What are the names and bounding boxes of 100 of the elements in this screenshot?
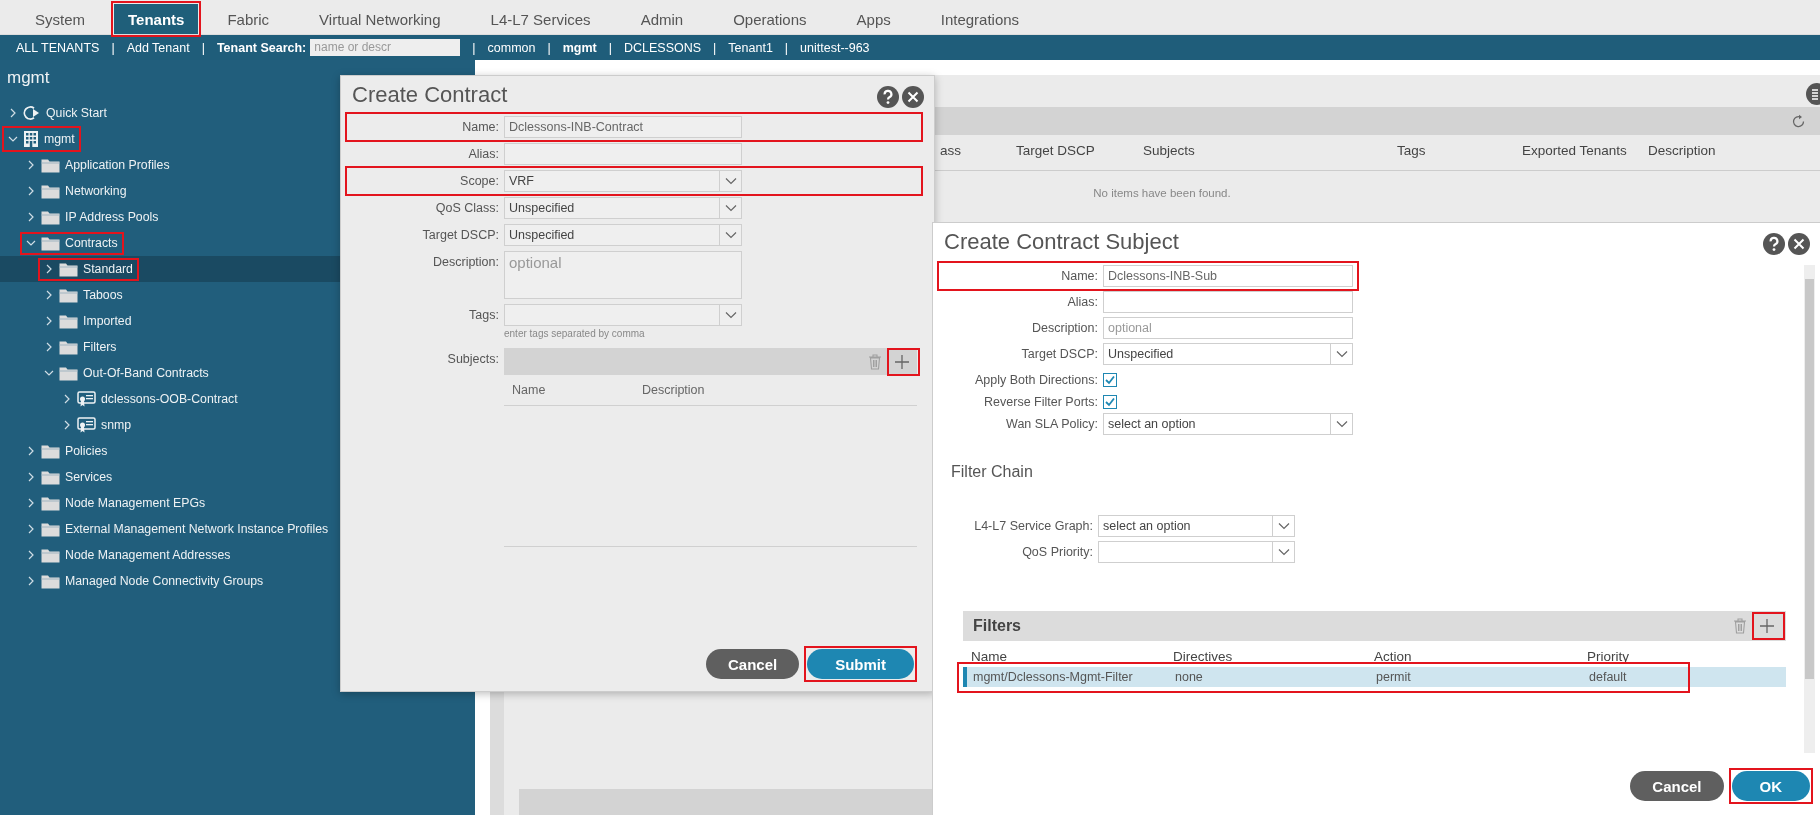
building-icon (23, 130, 39, 148)
tree-item[interactable]: Node Management EPGs (0, 490, 475, 516)
folder-icon (41, 443, 60, 459)
close-icon[interactable] (1788, 233, 1810, 255)
plus-icon (894, 353, 910, 370)
chevron-down-icon[interactable] (724, 311, 737, 319)
chevron-down-icon[interactable] (1277, 548, 1290, 556)
chevron-right-icon[interactable] (26, 212, 36, 222)
chevron-right-icon[interactable] (26, 498, 36, 508)
checkbox[interactable] (1103, 395, 1117, 409)
tenant-link[interactable]: mgmt (562, 40, 597, 55)
table-cell-text: permit (1376, 670, 1412, 684)
select-field[interactable]: select an option (1103, 413, 1353, 435)
folder-icon (41, 183, 60, 199)
text-field[interactable]: Dclessons-INB-Contract (504, 116, 742, 138)
field-label: Subjects: (446, 351, 500, 368)
cancel-button[interactable]: Cancel (1630, 771, 1724, 801)
nav-tab[interactable]: Operations (712, 4, 828, 34)
column-header: Name (512, 383, 547, 397)
table-cell-text: default (1589, 670, 1628, 684)
chevron-right-icon[interactable] (26, 472, 36, 482)
nav-tab[interactable]: Admin (619, 4, 705, 34)
tree-item[interactable]: Policies (0, 438, 475, 464)
checkbox[interactable] (1103, 373, 1117, 387)
chevron-down-icon[interactable] (26, 238, 36, 248)
tenant-link[interactable]: Add Tenant (126, 40, 190, 55)
field-label: Tags: (468, 307, 500, 322)
chevron-right-icon[interactable] (26, 550, 36, 560)
tenant-link[interactable]: Tenant1 (728, 40, 773, 55)
folder-icon (41, 495, 60, 511)
chevron-down-icon[interactable] (1335, 350, 1348, 358)
nav-tab[interactable]: Tenants (114, 4, 199, 34)
section-title: Filter Chain (951, 463, 1033, 481)
section-title: Filters (973, 617, 1021, 635)
chevron-down-icon[interactable] (724, 231, 737, 239)
folder-icon (41, 573, 60, 589)
folder-icon (41, 235, 60, 251)
field-label: L4-L7 Service Graph: (973, 518, 1094, 533)
table-row[interactable]: mgmt/Dclessons-Mgmt-Filter none permit default (963, 667, 1786, 687)
help-icon[interactable] (1763, 233, 1785, 255)
tenant-link[interactable]: unittest--963 (800, 40, 870, 55)
chevron-right-icon[interactable] (62, 394, 72, 404)
select-field[interactable]: VRF (504, 170, 742, 192)
chevron-right-icon[interactable] (8, 108, 18, 118)
tree-item[interactable]: Managed Node Connectivity Groups (0, 568, 475, 594)
tree-item[interactable]: External Management Network Instance Profiles (0, 516, 475, 542)
chevron-right-icon[interactable] (26, 186, 36, 196)
select-field[interactable]: select an option (1098, 515, 1295, 537)
help-icon[interactable] (877, 86, 899, 108)
tree-item[interactable]: Services (0, 464, 475, 490)
certificate-icon (77, 390, 96, 408)
nav-tab[interactable]: Virtual Networking (298, 4, 462, 34)
tenant-link[interactable]: common (487, 40, 536, 55)
text-field[interactable]: Dclessons-INB-Sub (1103, 265, 1353, 287)
field-label: Name: (1060, 268, 1099, 283)
chevron-right-icon[interactable] (26, 160, 36, 170)
tree-item[interactable]: Node Management Addresses (0, 542, 475, 568)
chevron-right-icon[interactable] (44, 290, 54, 300)
chevron-right-icon[interactable] (26, 576, 36, 586)
close-icon[interactable] (902, 86, 924, 108)
chevron-right-icon[interactable] (26, 446, 36, 456)
submit-button[interactable]: Submit (807, 649, 914, 679)
select-field[interactable] (1098, 541, 1295, 563)
select-field[interactable]: Unspecified (1103, 343, 1353, 365)
plus-icon (1759, 618, 1775, 634)
tenant-link[interactable]: DCLESSONS (624, 40, 702, 55)
chevron-down-icon[interactable] (1277, 522, 1290, 530)
tree-item[interactable]: dclessons-OOB-Contract (0, 386, 475, 412)
tree-item[interactable]: snmp (0, 412, 475, 438)
cancel-button[interactable]: Cancel (705, 649, 800, 679)
refresh-icon[interactable] (1791, 113, 1806, 129)
field-label: Scope: (459, 173, 500, 188)
chevron-down-icon[interactable] (724, 204, 737, 212)
nav-tab[interactable]: System (14, 4, 106, 34)
tree-item[interactable]: Taboos (0, 282, 475, 308)
chevron-down-icon[interactable] (1335, 420, 1348, 428)
nav-tab[interactable]: L4-L7 Services (469, 4, 612, 34)
tenant-link[interactable]: ALL TENANTS (16, 40, 100, 55)
chevron-down-icon[interactable] (44, 368, 54, 378)
chevron-right-icon[interactable] (26, 524, 36, 534)
nav-tab[interactable]: Integrations (919, 4, 1041, 34)
chevron-right-icon[interactable] (44, 342, 54, 352)
select-field[interactable] (504, 304, 742, 326)
submit-button[interactable]: OK (1731, 771, 1810, 801)
scrollbar[interactable] (1804, 265, 1815, 753)
chevron-right-icon[interactable] (44, 316, 54, 326)
nav-tab[interactable]: Fabric (206, 4, 291, 34)
separator: | (547, 40, 551, 55)
text-field[interactable] (1103, 291, 1353, 313)
select-field[interactable]: Unspecified (504, 224, 742, 246)
chevron-right-icon[interactable] (44, 264, 54, 274)
select-field[interactable]: Unspecified (504, 197, 742, 219)
separator: | (472, 40, 476, 55)
field-label: Alias: (467, 146, 500, 161)
text-field[interactable] (504, 143, 742, 165)
folder-icon (59, 313, 78, 329)
chevron-down-icon[interactable] (724, 177, 737, 185)
nav-tab[interactable]: Apps (835, 4, 912, 34)
chevron-right-icon[interactable] (62, 420, 72, 430)
chevron-down-icon[interactable] (8, 134, 18, 144)
